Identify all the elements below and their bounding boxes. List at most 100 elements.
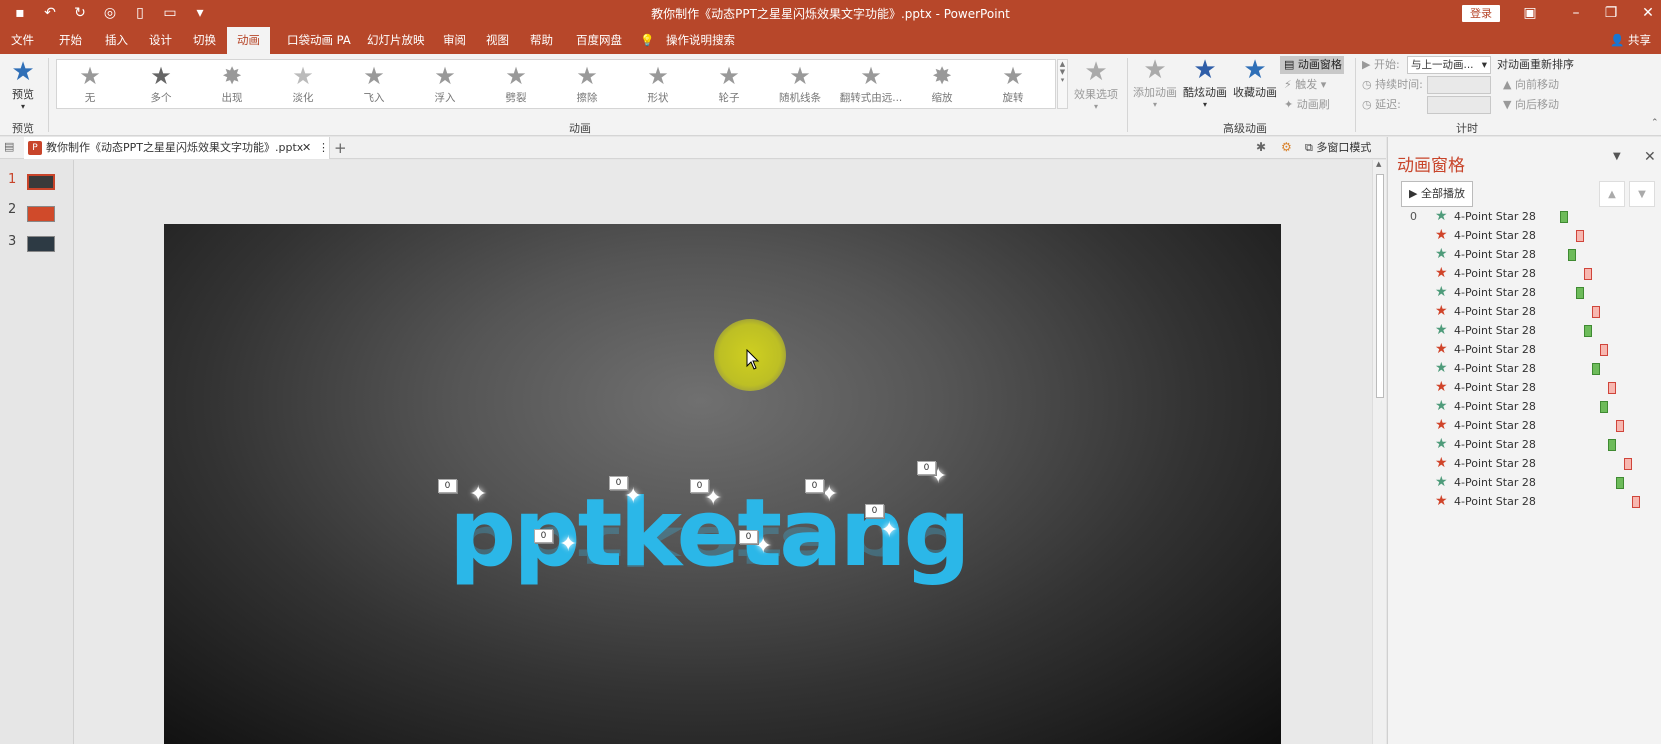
animation-badge[interactable]: 0 bbox=[534, 529, 553, 543]
gallery-item-fly-in[interactable]: ★ 飞入 bbox=[341, 62, 407, 108]
timeline-bar[interactable] bbox=[1600, 401, 1608, 413]
animation-list-item[interactable]: ★ 4-Point Star 28 bbox=[1388, 226, 1661, 246]
multi-window-button[interactable]: ⧉ 多窗口模式 bbox=[1305, 137, 1371, 159]
animation-badge[interactable]: 0 bbox=[690, 479, 709, 493]
animation-list-item[interactable]: ★ 4-Point Star 28 bbox=[1388, 283, 1661, 303]
scroll-up-icon[interactable]: ▲ bbox=[1376, 160, 1381, 168]
animation-badge[interactable]: 0 bbox=[609, 476, 628, 490]
animation-list-item[interactable]: ★ 4-Point Star 28 bbox=[1388, 378, 1661, 398]
gallery-item-none[interactable]: ★ 无 bbox=[57, 62, 123, 108]
tab-list-icon[interactable]: ▤ bbox=[4, 140, 14, 153]
tab-pocket-animation[interactable]: 口袋动画 PA bbox=[277, 27, 361, 54]
tab-home[interactable]: 开始 bbox=[49, 27, 92, 54]
timeline-bar[interactable] bbox=[1584, 268, 1592, 280]
animation-list-item[interactable]: ★ 4-Point Star 28 bbox=[1388, 492, 1661, 512]
delay-input[interactable] bbox=[1427, 96, 1491, 114]
gallery-item-appear[interactable]: ✸ 出现 bbox=[199, 62, 265, 108]
cool-animation-button[interactable]: ★ 酷炫动画 ▾ bbox=[1182, 56, 1228, 109]
more-icon[interactable]: ⋮ bbox=[318, 137, 329, 159]
timeline-bar[interactable] bbox=[1608, 382, 1616, 394]
gallery-item-multiple[interactable]: ★ 多个 bbox=[128, 62, 194, 108]
tab-baidu-netdisk[interactable]: 百度网盘 bbox=[566, 27, 632, 54]
new-tab-icon[interactable]: + bbox=[334, 137, 347, 159]
gallery-item-shape[interactable]: ★ 形状 bbox=[625, 62, 691, 108]
duration-input[interactable] bbox=[1427, 76, 1491, 94]
gallery-item-float-in[interactable]: ★ 浮入 bbox=[412, 62, 478, 108]
add-animation-button[interactable]: ★ 添加动画 ▾ bbox=[1132, 56, 1178, 109]
document-tab[interactable]: P 教你制作《动态PPT之星星闪烁效果文字功能》.pptx ✕ ⋮ bbox=[24, 137, 330, 159]
animation-badge[interactable]: 0 bbox=[438, 479, 457, 493]
animation-badge[interactable]: 0 bbox=[917, 461, 936, 475]
animation-painter-button[interactable]: ✦ 动画刷 bbox=[1284, 96, 1330, 114]
animation-list-item[interactable]: ★ 4-Point Star 28 bbox=[1388, 321, 1661, 341]
animation-list-item[interactable]: ★ 4-Point Star 28 bbox=[1388, 340, 1661, 360]
animation-list-item[interactable]: ★ 4-Point Star 28 bbox=[1388, 435, 1661, 455]
animation-badge[interactable]: 0 bbox=[805, 479, 824, 493]
gallery-item-split[interactable]: ★ 劈裂 bbox=[483, 62, 549, 108]
animation-list-item[interactable]: ★ 4-Point Star 28 bbox=[1388, 302, 1661, 322]
close-icon[interactable]: ✕ bbox=[1625, 2, 1661, 24]
collapse-ribbon-icon[interactable]: ⌃ bbox=[1651, 118, 1659, 128]
timeline-bar[interactable] bbox=[1600, 344, 1608, 356]
move-up-button[interactable]: ▲ bbox=[1599, 181, 1625, 207]
effect-options-button[interactable]: ★ 效果选项 ▾ bbox=[1073, 58, 1119, 111]
start-select[interactable]: 与上一动画... ▾ bbox=[1407, 56, 1491, 74]
scrollbar-thumb[interactable] bbox=[1376, 174, 1384, 398]
login-button[interactable]: 登录 bbox=[1462, 5, 1500, 22]
trigger-button[interactable]: ⚡ 触发 ▾ bbox=[1284, 76, 1326, 94]
move-down-button[interactable]: ▼ bbox=[1629, 181, 1655, 207]
gallery-item-wheel[interactable]: ★ 轮子 bbox=[696, 62, 762, 108]
timeline-bar[interactable] bbox=[1624, 458, 1632, 470]
timeline-bar[interactable] bbox=[1608, 439, 1616, 451]
animation-list-item[interactable]: ★ 4-Point Star 28 bbox=[1388, 397, 1661, 417]
ribbon-display-icon[interactable]: ▣ bbox=[1507, 2, 1553, 24]
animation-list-item[interactable]: 0 ★ 4-Point Star 28 bbox=[1388, 207, 1661, 227]
slide[interactable]: pptketang pptketang ✦ ✦ ✦ ✦ ✦ ✦ ✦ ✦ 0 0 … bbox=[164, 224, 1281, 744]
tab-animations[interactable]: 动画 bbox=[227, 27, 270, 54]
pin-icon[interactable]: ✱ bbox=[1256, 140, 1266, 154]
close-tab-icon[interactable]: ✕ bbox=[302, 137, 311, 159]
gallery-item-grow-turn[interactable]: ★ 翻转式由远... bbox=[838, 62, 904, 108]
animation-list-item[interactable]: ★ 4-Point Star 28 bbox=[1388, 264, 1661, 284]
move-later-button[interactable]: ▼ 向后移动 bbox=[1503, 96, 1559, 114]
favorite-animation-button[interactable]: ★ 收藏动画 bbox=[1232, 56, 1278, 100]
gallery-scroll[interactable]: ▲ ▼ ▾ bbox=[1057, 59, 1068, 109]
timeline-bar[interactable] bbox=[1568, 249, 1576, 261]
sparkle-icon[interactable]: ✦ bbox=[880, 518, 898, 543]
animation-list-item[interactable]: ★ 4-Point Star 28 bbox=[1388, 416, 1661, 436]
vertical-scrollbar[interactable]: ▲ bbox=[1372, 160, 1386, 744]
sparkle-icon[interactable]: ✦ bbox=[469, 482, 487, 507]
timeline-bar[interactable] bbox=[1616, 420, 1624, 432]
gallery-item-random-bars[interactable]: ★ 随机线条 bbox=[767, 62, 833, 108]
animation-list-item[interactable]: ★ 4-Point Star 28 bbox=[1388, 359, 1661, 379]
timeline-bar[interactable] bbox=[1592, 363, 1600, 375]
tab-transitions[interactable]: 切换 bbox=[183, 27, 226, 54]
tab-view[interactable]: 视图 bbox=[476, 27, 519, 54]
chevron-down-icon[interactable]: ▼ bbox=[1613, 151, 1621, 162]
animation-list-item[interactable]: ★ 4-Point Star 28 bbox=[1388, 454, 1661, 474]
animation-list-item[interactable]: ★ 4-Point Star 28 bbox=[1388, 473, 1661, 493]
timeline-bar[interactable] bbox=[1576, 287, 1584, 299]
close-icon[interactable]: ✕ bbox=[1644, 149, 1656, 165]
timeline-bar[interactable] bbox=[1560, 211, 1568, 223]
tab-help[interactable]: 帮助 bbox=[520, 27, 563, 54]
gallery-item-zoom[interactable]: ✸ 缩放 bbox=[909, 62, 975, 108]
share-button[interactable]: 👤 共享 bbox=[1610, 27, 1651, 54]
tell-me-search[interactable]: 操作说明搜索 bbox=[656, 27, 745, 54]
move-earlier-button[interactable]: ▲ 向前移动 bbox=[1503, 76, 1559, 94]
tab-design[interactable]: 设计 bbox=[139, 27, 182, 54]
preview-button[interactable]: ★ 预览 ▾ bbox=[6, 58, 40, 111]
animation-list-item[interactable]: ★ 4-Point Star 28 bbox=[1388, 245, 1661, 265]
timeline-bar[interactable] bbox=[1632, 496, 1640, 508]
animation-pane-button[interactable]: ▤ 动画窗格 bbox=[1280, 56, 1344, 74]
tab-insert[interactable]: 插入 bbox=[95, 27, 138, 54]
tab-file[interactable]: 文件 bbox=[1, 27, 44, 54]
slide-thumbnail-2[interactable] bbox=[27, 206, 55, 222]
timeline-bar[interactable] bbox=[1616, 477, 1624, 489]
animation-badge[interactable]: 0 bbox=[739, 530, 758, 544]
timeline-bar[interactable] bbox=[1576, 230, 1584, 242]
animation-badge[interactable]: 0 bbox=[865, 504, 884, 518]
tab-review[interactable]: 审阅 bbox=[433, 27, 476, 54]
gallery-item-swivel[interactable]: ★ 旋转 bbox=[980, 62, 1046, 108]
tab-slideshow[interactable]: 幻灯片放映 bbox=[357, 27, 435, 54]
